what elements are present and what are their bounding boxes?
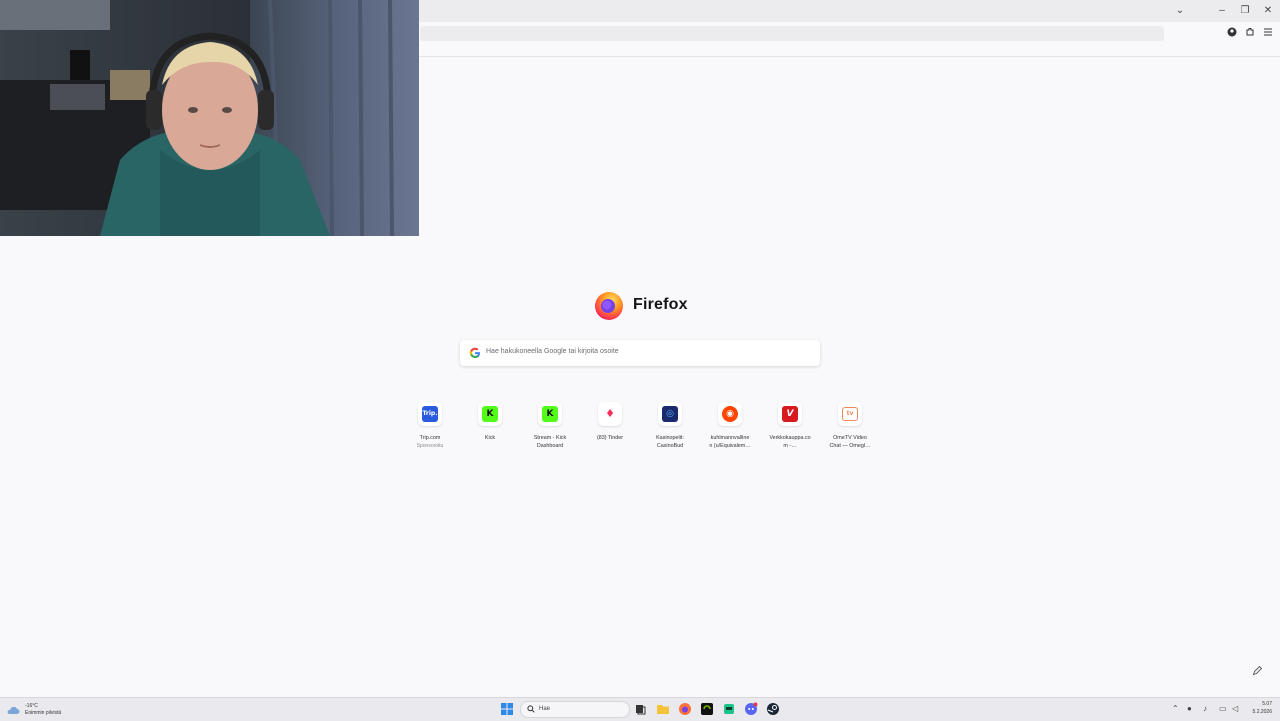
firefox-wordmark: Firefox [633, 296, 688, 313]
task-view-icon[interactable] [633, 702, 647, 716]
top-site-kick[interactable]: K Kick [460, 400, 520, 456]
microphone-icon[interactable]: ♪ [1203, 704, 1207, 713]
tile-label: Kasinopelit: CasinoBud [656, 435, 684, 449]
reddit-icon: ◉ [722, 406, 738, 422]
start-windows-icon[interactable] [500, 702, 514, 716]
kick-icon: K [482, 406, 498, 422]
tile-label: kuhlmannvalline n (u/Equivalem… [709, 435, 751, 449]
taskbar-search-label: Hae [539, 706, 551, 712]
top-site-verkkokauppa[interactable]: V Verkkokauppa.co m -… [760, 400, 820, 456]
clock[interactable]: 5.07 5.2.2026 [1242, 700, 1272, 716]
restore-button[interactable]: ❐ [1237, 4, 1253, 18]
trip-com-icon: Trip. [422, 406, 438, 422]
webcam-overlay [0, 0, 419, 236]
volume-icon[interactable]: ◁ [1232, 704, 1238, 713]
firefox-icon [595, 292, 623, 320]
taskbar-search[interactable]: Hae [520, 701, 630, 718]
tinder-flame-icon: ♦ [602, 406, 618, 422]
tile-label: Verkkokauppa.co m -… [769, 435, 811, 449]
tile-label: OmeTV Video Chat — Omegl… [829, 435, 871, 449]
tile-label: Kick [484, 435, 496, 441]
app-icon[interactable] [722, 702, 736, 716]
discord-icon[interactable] [744, 702, 758, 716]
extensions-icon[interactable] [1244, 27, 1256, 39]
top-sites: Trip. Trip.com Sponsoroitu K Kick K Strea… [400, 400, 880, 460]
weather-description: Enimmin pilvistä [25, 709, 62, 716]
tray-app-icon[interactable]: ● [1187, 704, 1192, 713]
minimize-button[interactable]: – [1214, 4, 1230, 18]
clock-date: 5.2.2026 [1252, 709, 1272, 715]
menu-icon[interactable] [1262, 27, 1274, 39]
weather-temperature: -16°C [25, 702, 38, 709]
search-input[interactable]: Hae hakukoneella Google tai kirjoita oso… [460, 340, 820, 366]
kick-icon: K [542, 406, 558, 422]
customize-pencil-icon[interactable] [1249, 665, 1265, 682]
top-site-kick-dashboard[interactable]: K Stream - Kick Dashboard [520, 400, 580, 456]
firefox-taskbar-icon[interactable] [678, 702, 692, 716]
tile-label: Stream - Kick Dashboard [533, 435, 567, 449]
search-icon [527, 705, 535, 713]
list-all-tabs-chevron-icon[interactable]: ⌄ [1172, 4, 1188, 18]
search-placeholder: Hae hakukoneella Google tai kirjoita oso… [486, 348, 619, 355]
top-site-casinobud[interactable]: ◎ Kasinopelit: CasinoBud [640, 400, 700, 456]
windows-taskbar: -16°C Enimmin pilvistä Hae ⌃ ● ♪ ▭ ◁ 5.0… [0, 697, 1280, 721]
tile-label: Trip.com [419, 435, 441, 441]
chevron-up-icon[interactable]: ⌃ [1172, 704, 1179, 713]
tile-icon-container: Trip. [418, 402, 442, 426]
account-icon[interactable] [1226, 27, 1238, 39]
google-icon [469, 347, 480, 358]
file-explorer-icon[interactable] [656, 702, 670, 716]
ometv-icon: tv [842, 407, 858, 421]
clock-time: 5.07 [1262, 701, 1272, 707]
top-site-trip-com[interactable]: Trip. Trip.com Sponsoroitu [400, 400, 460, 456]
tile-label: (83) Tinder [596, 435, 624, 441]
sponsored-label: Sponsoroitu [416, 442, 444, 449]
steam-icon[interactable] [766, 702, 780, 716]
top-site-tinder[interactable]: ♦ (83) Tinder [580, 400, 640, 456]
top-site-ometv[interactable]: tv OmeTV Video Chat — Omegl… [820, 400, 880, 456]
verkkokauppa-icon: V [782, 406, 798, 422]
close-button[interactable]: ✕ [1260, 4, 1276, 18]
nvidia-icon[interactable] [700, 702, 714, 716]
firefox-logo: Firefox [593, 289, 688, 321]
casinobud-icon: ◎ [662, 406, 678, 422]
cloud-icon [7, 706, 20, 714]
weather-widget[interactable]: -16°C Enimmin pilvistä [6, 701, 61, 718]
address-bar[interactable] [420, 26, 1164, 41]
top-site-reddit[interactable]: ◉ kuhlmannvalline n (u/Equivalem… [700, 400, 760, 456]
network-icon[interactable]: ▭ [1219, 704, 1227, 713]
